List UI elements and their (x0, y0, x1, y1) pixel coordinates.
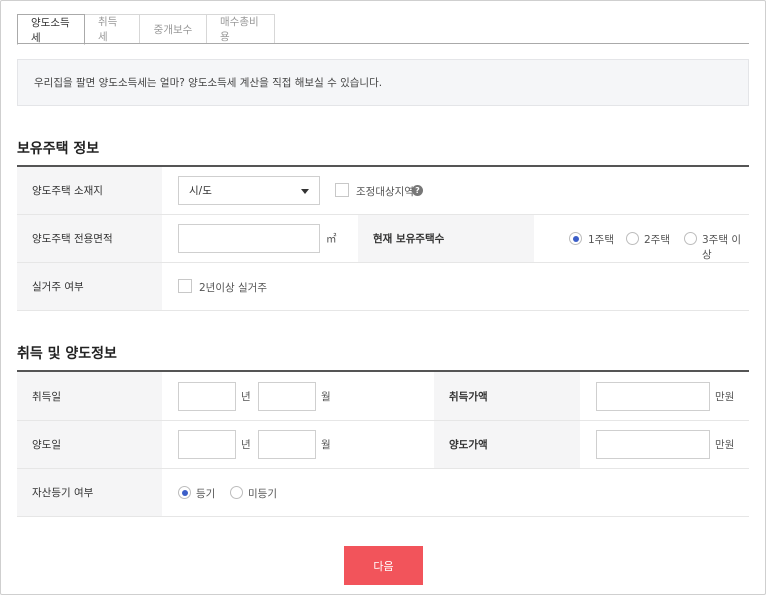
acquire-year-input[interactable] (178, 382, 236, 411)
transfer-price-unit: 만원 (715, 439, 735, 451)
residence-check-label: 2년이상 실거주 (199, 282, 267, 294)
chevron-down-icon (301, 189, 309, 194)
transfer-date-label: 양도일 (17, 421, 162, 468)
area-input[interactable] (178, 224, 320, 253)
row-registration: 자산등기 여부 등기 미등기 (17, 469, 749, 517)
calculator-frame: 양도소득세 취득세 중개보수 매수총비용 우리집을 팔면 양도소득세는 얼마? … (0, 0, 766, 595)
tab-total-purchase-cost[interactable]: 매수총비용 (207, 14, 275, 44)
region-select-value: 시/도 (189, 185, 212, 197)
location-label: 양도주택 소재지 (17, 167, 162, 214)
registration-radio-unregistered[interactable] (230, 486, 243, 499)
transfer-price-label: 양도가액 (434, 421, 580, 468)
tab-brokerage-fee[interactable]: 중개보수 (140, 14, 207, 44)
acquire-date-label: 취득일 (17, 372, 162, 420)
tab-capital-gains-tax[interactable]: 양도소득세 (17, 14, 85, 45)
house-count-radio-1[interactable] (569, 232, 582, 245)
registration-option-unregistered: 미등기 (248, 488, 277, 500)
house-count-option-3: 3주택 이상 (702, 234, 741, 261)
area-unit: ㎡ (326, 233, 337, 245)
next-button[interactable]: 다음 (344, 546, 423, 585)
house-count-label: 현재 보유주택수 (358, 215, 534, 262)
transfer-month-unit: 월 (321, 439, 331, 451)
tab-acquisition-tax[interactable]: 취득세 (85, 14, 140, 44)
area-label: 양도주택 전용면적 (17, 215, 162, 262)
house-count-radio-3[interactable] (684, 232, 697, 245)
registration-radio-registered[interactable] (178, 486, 191, 499)
transfer-price-input[interactable] (596, 430, 710, 459)
tab-bar: 양도소득세 취득세 중개보수 매수총비용 (17, 14, 275, 45)
house-count-option-2: 2주택 (644, 234, 671, 246)
acquire-price-input[interactable] (596, 382, 710, 411)
registration-option-registered: 등기 (196, 488, 216, 500)
adjust-area-label: 조정대상지역 (356, 186, 414, 198)
adjust-area-checkbox[interactable] (335, 183, 349, 197)
row-residence: 실거주 여부 2년이상 실거주 (17, 263, 749, 311)
acquire-month-input[interactable] (258, 382, 316, 411)
region-select[interactable]: 시/도 (178, 176, 320, 205)
residence-checkbox[interactable] (178, 279, 192, 293)
section-title-owned-house: 보유주택 정보 (17, 141, 100, 157)
transfer-year-unit: 년 (241, 439, 251, 451)
notice-text: 우리집을 팔면 양도소득세는 얼마? 양도소득세 계산을 직접 해보실 수 있습… (34, 77, 383, 89)
section-title-acquire-transfer: 취득 및 양도정보 (17, 346, 117, 362)
transfer-year-input[interactable] (178, 430, 236, 459)
help-icon[interactable]: ? (412, 185, 423, 196)
acquire-month-unit: 월 (321, 391, 331, 403)
tab-divider (17, 43, 749, 44)
row-acquire-date: 취득일 년 월 취득가액 만원 (17, 372, 749, 421)
acquire-price-unit: 만원 (715, 391, 735, 403)
house-count-option-1: 1주택 (588, 234, 615, 246)
acquire-year-unit: 년 (241, 391, 251, 403)
transfer-month-input[interactable] (258, 430, 316, 459)
row-area: 양도주택 전용면적 ㎡ 현재 보유주택수 1주택 2주택 3주택 이상 (17, 215, 749, 263)
residence-label: 실거주 여부 (17, 263, 162, 310)
notice-box: 우리집을 팔면 양도소득세는 얼마? 양도소득세 계산을 직접 해보실 수 있습… (17, 59, 749, 106)
registration-label: 자산등기 여부 (17, 469, 162, 516)
row-location: 양도주택 소재지 시/도 조정대상지역 ? (17, 167, 749, 215)
row-transfer-date: 양도일 년 월 양도가액 만원 (17, 421, 749, 469)
house-count-radio-2[interactable] (626, 232, 639, 245)
acquire-price-label: 취득가액 (434, 372, 580, 420)
